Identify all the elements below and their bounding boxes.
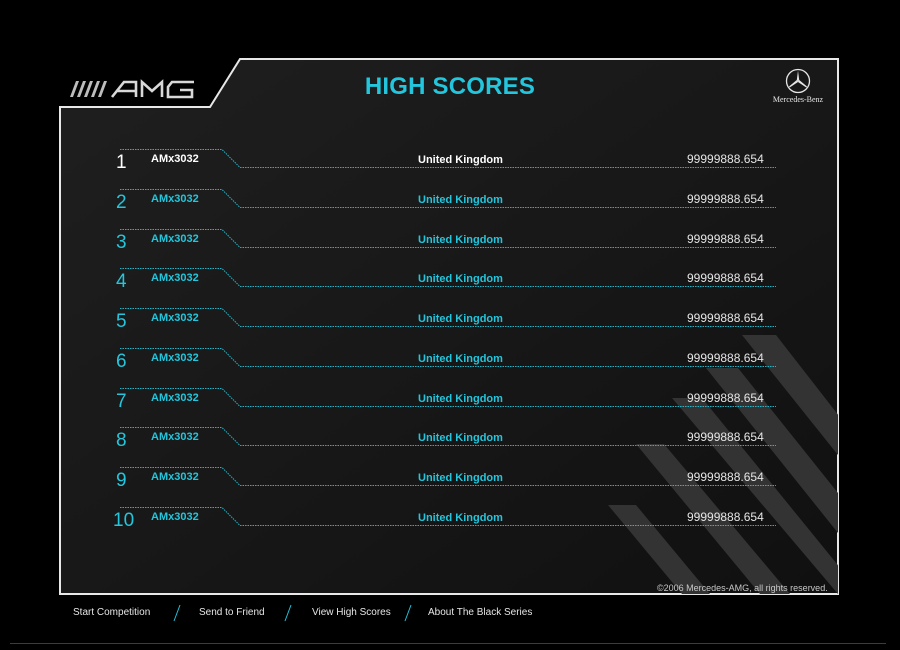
nav-separator-icon: [404, 604, 412, 622]
rank-number: 3: [116, 231, 127, 253]
rank-number: 8: [116, 430, 127, 452]
copyright-notice: ©2006 Mercedes-AMG, all rights reserved.: [657, 583, 828, 593]
nav-separator-icon: [284, 604, 292, 622]
player-score: 99999888.654: [687, 231, 764, 246]
rank-number: 7: [116, 390, 127, 412]
score-row: 7 AMx3032 United Kingdom 99999888.654: [116, 385, 780, 425]
player-name: AMx3032: [151, 232, 199, 245]
player-score: 99999888.654: [687, 509, 764, 524]
score-row: 3 AMx3032 United Kingdom 99999888.654: [116, 226, 780, 266]
nav-view-high-scores[interactable]: View High Scores: [312, 607, 391, 618]
player-country: United Kingdom: [418, 472, 503, 484]
player-name: AMx3032: [151, 351, 199, 364]
player-name: AMx3032: [151, 153, 199, 165]
player-score: 99999888.654: [687, 191, 764, 206]
player-score: 99999888.654: [687, 350, 764, 365]
mercedes-benz-wordmark: Mercedes-Benz: [772, 95, 824, 104]
player-name: AMx3032: [151, 431, 199, 444]
rank-number: 6: [116, 350, 127, 372]
player-score: 99999888.654: [687, 470, 764, 484]
player-score: 99999888.654: [687, 271, 764, 286]
player-name: AMx3032: [151, 510, 199, 523]
score-row: 5 AMx3032 United Kingdom 99999888.654: [116, 305, 780, 345]
score-row: 10 AMx3032 United Kingdom 99999888.654: [113, 504, 780, 544]
nav-start-competition[interactable]: Start Competition: [73, 607, 150, 618]
rank-number: 9: [116, 470, 127, 491]
nav-separator-icon: [173, 604, 181, 622]
player-name: AMx3032: [151, 471, 199, 483]
nav-send-to-friend[interactable]: Send to Friend: [199, 607, 265, 618]
player-country: United Kingdom: [418, 352, 503, 365]
high-score-table: 1 AMx3032 United Kingdom 99999888.654 2 AMx30…: [113, 146, 780, 544]
rank-number: 10: [113, 509, 135, 531]
rank-number: 2: [116, 191, 127, 213]
player-name: AMx3032: [151, 312, 199, 324]
page-title: HIGH SCORES: [364, 73, 536, 100]
player-country: United Kingdom: [418, 432, 503, 445]
rank-number: 1: [116, 152, 127, 173]
player-country: United Kingdom: [418, 511, 503, 524]
player-country: United Kingdom: [418, 193, 503, 206]
score-row: 2 AMx3032 United Kingdom 99999888.654: [116, 186, 780, 226]
player-country: United Kingdom: [418, 273, 503, 286]
rank-number: 4: [116, 271, 127, 293]
player-score: 99999888.654: [687, 430, 764, 445]
player-country: United Kingdom: [418, 313, 503, 325]
player-name: AMx3032: [151, 391, 199, 404]
amg-logo: [70, 79, 194, 99]
mercedes-star-icon: [785, 68, 811, 94]
score-row: 1 AMx3032 United Kingdom 99999888.654: [116, 146, 780, 186]
score-row: 6 AMx3032 United Kingdom 99999888.654: [116, 345, 780, 385]
player-name: AMx3032: [151, 272, 199, 285]
player-score: 99999888.654: [687, 152, 764, 166]
player-name: AMx3032: [151, 192, 199, 205]
player-country: United Kingdom: [418, 392, 503, 405]
score-row: 8 AMx3032 United Kingdom 99999888.654: [116, 424, 780, 464]
player-score: 99999888.654: [687, 311, 764, 325]
score-row: 4 AMx3032 United Kingdom 99999888.654: [116, 265, 780, 305]
rank-number: 5: [116, 311, 127, 332]
nav-about-black-series[interactable]: About The Black Series: [428, 607, 532, 618]
bottom-divider: [10, 643, 886, 644]
score-row: 9 AMx3032 United Kingdom 99999888.654: [116, 464, 780, 504]
player-country: United Kingdom: [418, 233, 503, 246]
player-score: 99999888.654: [687, 390, 764, 405]
mercedes-benz-logo: Mercedes-Benz: [770, 68, 826, 108]
bottom-nav: Start Competition Send to Friend View Hi…: [0, 603, 900, 623]
player-country: United Kingdom: [418, 154, 503, 166]
